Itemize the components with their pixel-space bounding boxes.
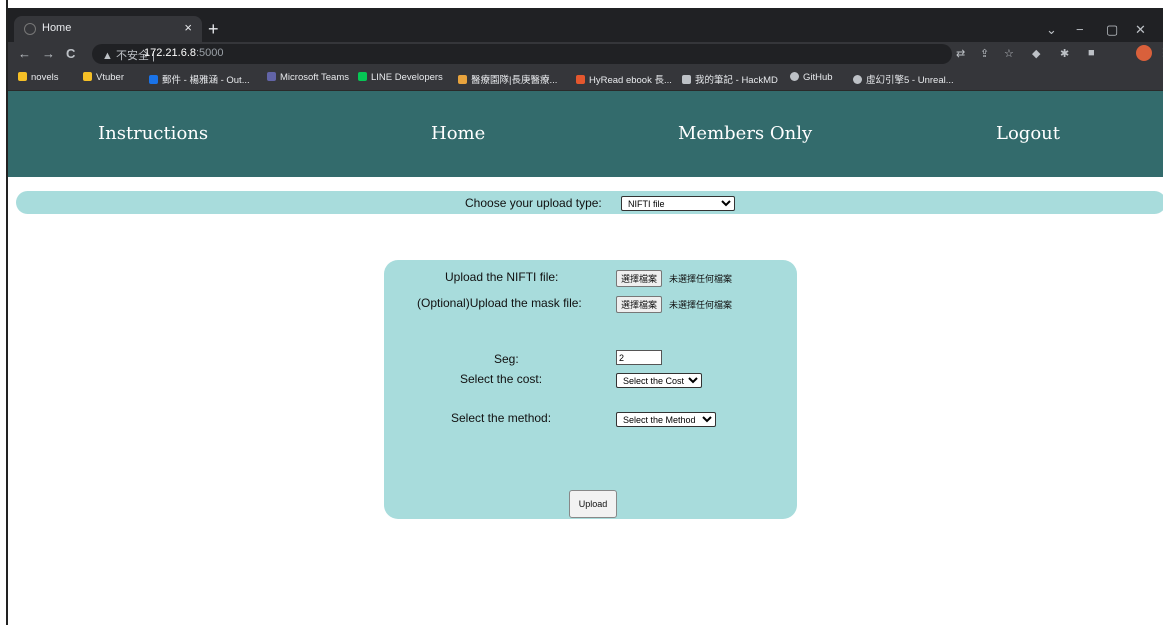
bookmark-item[interactable]: 醫療園隊|長庚醫療... (458, 72, 557, 86)
hospital-icon (458, 75, 467, 84)
forward-arrow-icon[interactable]: → (42, 46, 55, 61)
browser-window: Home × + ⌄ − ▢ ✕ ← → C ▲ 不安全 | 172.21.6.… (6, 0, 1163, 625)
bookmark-item[interactable]: Vtuber (83, 72, 124, 83)
back-arrow-icon[interactable]: ← (18, 46, 31, 61)
tab-strip: Home × + ⌄ − ▢ ✕ (8, 8, 1163, 42)
upload-type-select[interactable]: NIFTI file (621, 196, 735, 211)
page-favicon-icon (24, 23, 36, 35)
profile-avatar[interactable] (1136, 45, 1152, 61)
method-select[interactable]: Select the Method (616, 412, 716, 427)
nifti-no-file-text: 未選擇任何檔案 (669, 274, 733, 284)
folder-icon (18, 72, 27, 81)
cost-select[interactable]: Select the Cost (616, 373, 702, 388)
new-tab-button[interactable]: + (208, 20, 219, 38)
nav-logout-link[interactable]: Logout (996, 123, 1060, 144)
extension-icon[interactable]: ◆ (1032, 47, 1040, 60)
address-bar: ← → C ▲ 不安全 | 172.21.6.8:5000 ⇄ ⇪ ☆ ◆ ✱ … (8, 42, 1163, 66)
tab-close-icon[interactable]: × (184, 20, 192, 35)
translate-icon[interactable]: ⇄ (956, 47, 965, 60)
reload-icon[interactable]: C (66, 46, 75, 61)
nav-instructions-link[interactable]: Instructions (98, 123, 208, 144)
seg-label: Seg: (494, 352, 519, 366)
seg-input[interactable] (616, 350, 662, 365)
bookmark-item[interactable]: 郵件 - 楊雅涵 - Out... (149, 72, 250, 86)
side-panel-icon[interactable]: ■ (1088, 47, 1095, 59)
minimize-button[interactable]: − (1076, 22, 1084, 37)
menu-kebab-icon[interactable]: ⋮ (1158, 46, 1163, 59)
tab-title: Home (42, 22, 72, 34)
line-icon (358, 72, 367, 81)
close-window-button[interactable]: ✕ (1135, 22, 1146, 38)
bookmark-item[interactable]: GitHub (790, 72, 833, 83)
bookmark-item[interactable]: 虛幻引擎5 - Unreal... (853, 72, 954, 86)
upload-type-bar: Choose your upload type: NIFTI file (16, 191, 1163, 214)
site-navbar: Instructions Home Members Only Logout (8, 91, 1163, 177)
url-host: 172.21.6.8 (144, 47, 196, 59)
mask-file-label: (Optional)Upload the mask file: (417, 296, 582, 310)
nav-members-link[interactable]: Members Only (678, 123, 812, 144)
tab-home[interactable]: Home × (14, 16, 202, 42)
url-input[interactable]: ▲ 不安全 | 172.21.6.8:5000 (92, 44, 952, 64)
method-label: Select the method: (451, 411, 552, 425)
hyread-icon (576, 75, 585, 84)
bookmark-item[interactable]: LINE Developers (358, 72, 443, 83)
nifti-choose-file-button[interactable]: 選擇檔案 (616, 270, 663, 287)
outlook-icon (149, 75, 158, 84)
upload-type-label: Choose your upload type: (465, 196, 602, 210)
github-icon (790, 72, 799, 81)
tab-search-icon[interactable]: ⌄ (1046, 22, 1057, 38)
bookmark-item[interactable]: 我的筆記 - HackMD (682, 72, 778, 86)
url-text: 172.21.6.8:5000 (144, 47, 224, 59)
bookmark-item[interactable]: novels (18, 72, 58, 83)
maximize-button[interactable]: ▢ (1106, 22, 1118, 38)
nav-home-link[interactable]: Home (431, 123, 485, 144)
hackmd-icon (682, 75, 691, 84)
bookmark-item[interactable]: Microsoft Teams (267, 72, 349, 83)
mask-choose-file-button[interactable]: 選擇檔案 (616, 296, 663, 313)
bookmark-item[interactable]: HyRead ebook 長... (576, 72, 672, 86)
upload-form-panel: Upload the NIFTI file: 選擇檔案 未選擇任何檔案 (Opt… (384, 260, 797, 519)
extensions-puzzle-icon[interactable]: ✱ (1060, 47, 1069, 60)
nifti-file-label: Upload the NIFTI file: (445, 270, 559, 284)
bookmarks-bar: novels Vtuber 郵件 - 楊雅涵 - Out... Microsof… (8, 66, 1163, 91)
mask-no-file-text: 未選擇任何檔案 (669, 300, 733, 310)
share-icon[interactable]: ⇪ (980, 47, 989, 60)
url-port: :5000 (196, 47, 224, 59)
teams-icon (267, 72, 276, 81)
upload-button[interactable]: Upload (569, 490, 617, 518)
bookmark-star-icon[interactable]: ☆ (1004, 47, 1014, 60)
unreal-icon (853, 75, 862, 84)
page-content: Instructions Home Members Only Logout Ch… (8, 91, 1163, 625)
folder-icon (83, 72, 92, 81)
cost-label: Select the cost: (460, 372, 543, 386)
